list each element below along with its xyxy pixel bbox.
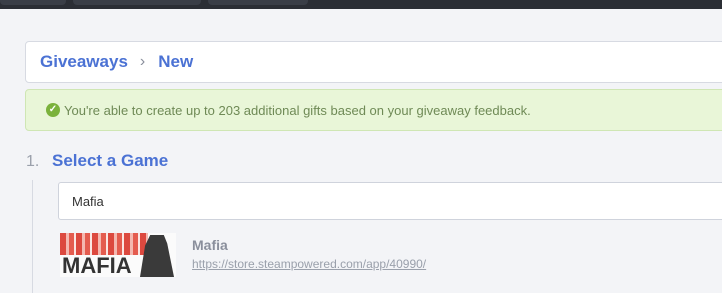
- nav-tab[interactable]: [73, 0, 201, 5]
- step-title: Select a Game: [52, 151, 169, 170]
- breadcrumb-giveaways-link[interactable]: Giveaways: [40, 52, 128, 72]
- step-number: 1.: [26, 153, 40, 170]
- success-notice: ✓ You're able to create up to 203 additi…: [25, 89, 722, 131]
- thumbnail-logo-text: MAFIA: [62, 253, 132, 277]
- breadcrumb: Giveaways › New: [25, 41, 722, 83]
- thumbnail-red-background: [60, 233, 148, 255]
- search-result-item[interactable]: MAFIA Mafia https://store.steampowered.c…: [58, 230, 722, 280]
- chevron-right-icon: ›: [139, 53, 146, 70]
- breadcrumb-new-link[interactable]: New: [158, 52, 193, 72]
- game-thumbnail[interactable]: MAFIA: [60, 233, 176, 277]
- check-circle-icon: ✓: [46, 103, 60, 117]
- notice-text: You're able to create up to 203 addition…: [64, 102, 531, 118]
- game-store-link[interactable]: https://store.steampowered.com/app/40990…: [192, 257, 426, 271]
- step-divider: [32, 180, 33, 293]
- game-name[interactable]: Mafia: [192, 237, 228, 253]
- top-nav-bar: [0, 0, 722, 9]
- nav-tab[interactable]: [208, 0, 308, 5]
- nav-tab[interactable]: [0, 0, 66, 5]
- game-search-input[interactable]: [58, 182, 722, 220]
